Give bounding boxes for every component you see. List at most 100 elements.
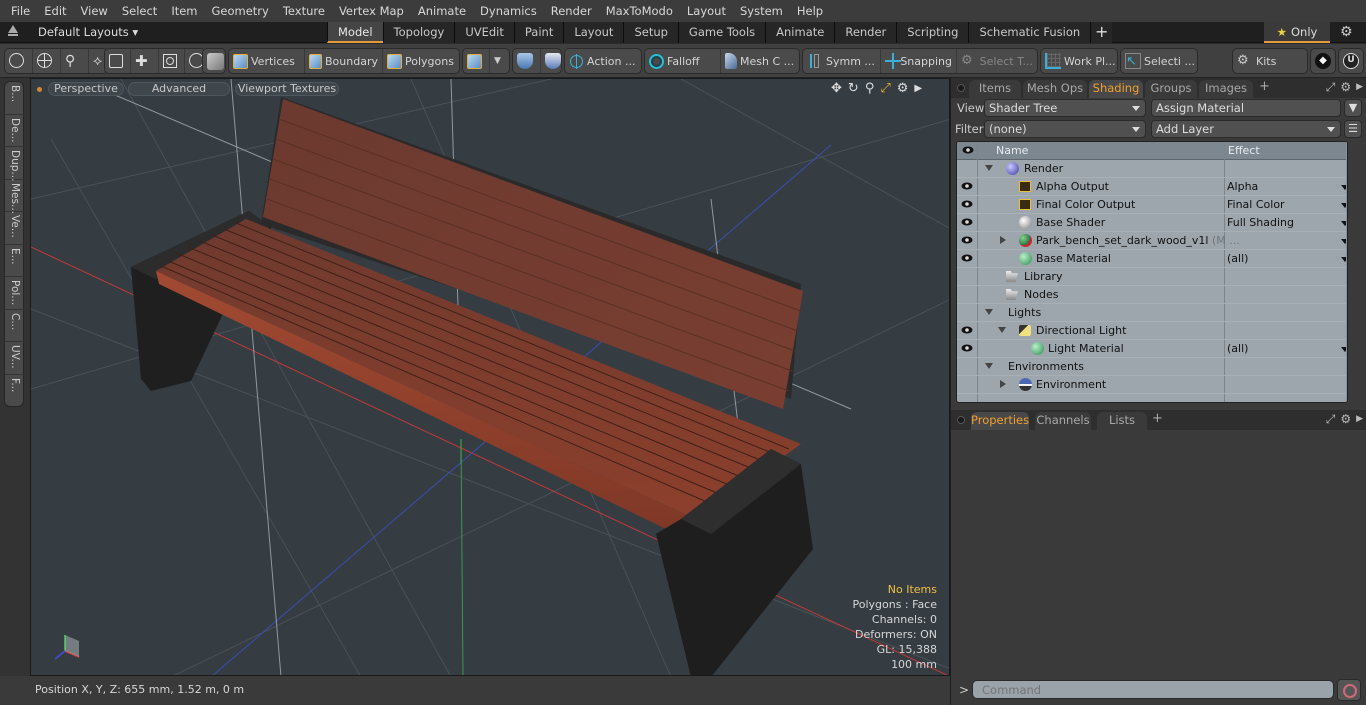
filter-funnel-button[interactable]: ▼ [1344,99,1362,117]
selection-sets-button[interactable]: ↖ Selecti ... [1121,49,1199,73]
vtab-edge[interactable]: E... [5,245,24,277]
menu-animate[interactable]: Animate [411,0,473,22]
maximize-icon[interactable]: ⤢ [880,81,890,97]
vtab-polygon[interactable]: Pol... [5,277,24,310]
tab-setup[interactable]: Setup [623,22,678,43]
target-button[interactable] [159,49,185,73]
tab-items[interactable]: Items [969,80,1021,98]
tab-animate[interactable]: Animate [765,22,835,43]
gear-icon[interactable]: ⚙ [1340,24,1353,40]
material-mode-dropdown[interactable]: ▼ [490,49,505,73]
lasso-select-button[interactable] [5,49,33,73]
vtab-vertex[interactable]: Ve... [5,212,24,245]
pan-icon[interactable]: ✥ [831,81,842,97]
panel-expand-icon[interactable]: ▶ [1356,80,1363,95]
expand-triangle-icon[interactable] [985,363,993,369]
list-options-button[interactable]: ☰ [1344,120,1362,138]
tab-schematic-fusion[interactable]: Schematic Fusion [968,22,1091,43]
shading-mode-button[interactable]: Advanced [128,82,230,96]
eye-icon[interactable] [961,199,975,209]
vtab-fusion[interactable]: F... [5,375,24,408]
expand-triangle-icon[interactable] [985,165,993,171]
menu-maxtomodo[interactable]: MaxToModo [599,0,680,22]
3d-viewport[interactable]: Perspective Advanced Viewport Textures ✥… [30,78,950,676]
expand-triangle-icon[interactable] [998,327,1006,333]
maximize-panel-icon[interactable]: ⤢ [1326,412,1336,427]
eye-icon[interactable] [961,217,975,227]
mesh-constraints-button[interactable]: Mesh C ... [721,49,798,73]
command-history-button[interactable] [1337,679,1361,701]
menu-select[interactable]: Select [115,0,164,22]
sphere-select-button[interactable] [33,49,61,73]
align-button[interactable] [105,49,131,73]
expand-triangle-icon[interactable] [1000,380,1006,388]
menu-help[interactable]: Help [790,0,830,22]
view-dropdown[interactable]: Shader Tree [984,99,1146,117]
vtab-uv[interactable]: UV... [5,342,24,375]
tab-render[interactable]: Render [834,22,897,43]
item-mode-button[interactable] [203,49,231,73]
tree-row-base-material[interactable]: Base Material (all) [957,250,1347,268]
work-plane-button[interactable]: Work Pl... [1041,49,1120,73]
tree-row-lights[interactable]: Lights [957,304,1347,322]
tree-row-park-bench-material[interactable]: Park_bench_set_dark_wood_v1l (M ... [957,232,1347,250]
expand-right-icon[interactable]: ▶ [914,81,922,97]
boundary-button[interactable]: Boundary [305,49,383,73]
tree-row-library[interactable]: Library [957,268,1347,286]
tree-row-alpha-output[interactable]: Alpha Output Alpha [957,178,1347,196]
expand-triangle-icon[interactable] [985,309,993,315]
snapping-button[interactable]: Snapping [881,49,957,73]
tree-row-directional-light[interactable]: Directional Light [957,322,1347,340]
panel-expand-icon[interactable]: ▶ [1356,412,1363,427]
zoom-icon[interactable]: ⚲ [865,81,875,97]
tree-row-final-color-output[interactable]: Final Color Output Final Color [957,196,1347,214]
select-through-button[interactable]: ⚙ Select T... [957,49,1037,73]
pen-tool-button[interactable]: ⚲ [61,49,89,73]
viewport-menu-dot[interactable] [37,87,42,92]
polygons-button[interactable]: Polygons [383,49,459,73]
tree-scrollbar[interactable] [1346,142,1347,402]
column-effect[interactable]: Effect [1228,144,1260,157]
tab-topology[interactable]: Topology [382,22,455,43]
eye-icon[interactable] [961,343,975,353]
tree-row-environments[interactable]: Environments [957,358,1347,376]
tab-scripting[interactable]: Scripting [896,22,969,43]
eye-icon[interactable] [961,325,975,335]
menu-vertex-map[interactable]: Vertex Map [332,0,411,22]
menu-layout[interactable]: Layout [680,0,733,22]
filter-dropdown[interactable]: (none) [984,120,1146,138]
action-center-button[interactable]: Action ... [565,49,639,73]
rotate-icon[interactable]: ↻ [848,81,859,97]
tree-row-light-material[interactable]: Light Material (all) [957,340,1347,358]
add-panel-tab-button[interactable]: + [1259,79,1270,94]
vtab-mesh-edit[interactable]: Mes... [5,180,24,214]
panel-gear-icon[interactable]: ⚙ [1340,412,1351,427]
assign-material-button[interactable]: Assign Material [1151,99,1341,117]
kits-button[interactable]: ⚙ Kits [1233,49,1280,73]
tab-shading[interactable]: Shading [1089,80,1143,98]
tab-mesh-ops[interactable]: Mesh Ops [1023,80,1087,98]
material-mode-button[interactable] [463,49,490,73]
add-tab-button[interactable]: + [1090,22,1113,43]
tab-paint[interactable]: Paint [513,22,564,43]
add-layer-dropdown[interactable]: Add Layer [1151,120,1341,138]
tab-images[interactable]: Images [1199,80,1253,98]
menu-geometry[interactable]: Geometry [205,0,276,22]
vtab-basic[interactable]: B... [5,82,24,115]
vertices-button[interactable]: Vertices [229,49,305,73]
eye-icon[interactable] [961,253,975,263]
menu-system[interactable]: System [733,0,790,22]
menu-edit[interactable]: Edit [37,0,73,22]
vtab-deform[interactable]: De... [5,115,24,147]
tab-uvedit[interactable]: UVEdit [454,22,514,43]
panel-gear-icon[interactable]: ⚙ [1340,80,1351,95]
view-mode-button[interactable]: Perspective [48,82,124,96]
tab-lists[interactable]: Lists [1097,412,1147,430]
default-layouts-dropdown[interactable]: Default Layouts ▾ [38,25,138,39]
menu-texture[interactable]: Texture [276,0,332,22]
maximize-panel-icon[interactable]: ⤢ [1326,80,1336,95]
falloff-button[interactable]: Falloff [645,49,721,73]
tab-model[interactable]: Model [327,22,383,43]
viewport-textures-button[interactable]: Viewport Textures [235,82,339,96]
symmetry-button[interactable]: Symm ... [803,49,881,73]
